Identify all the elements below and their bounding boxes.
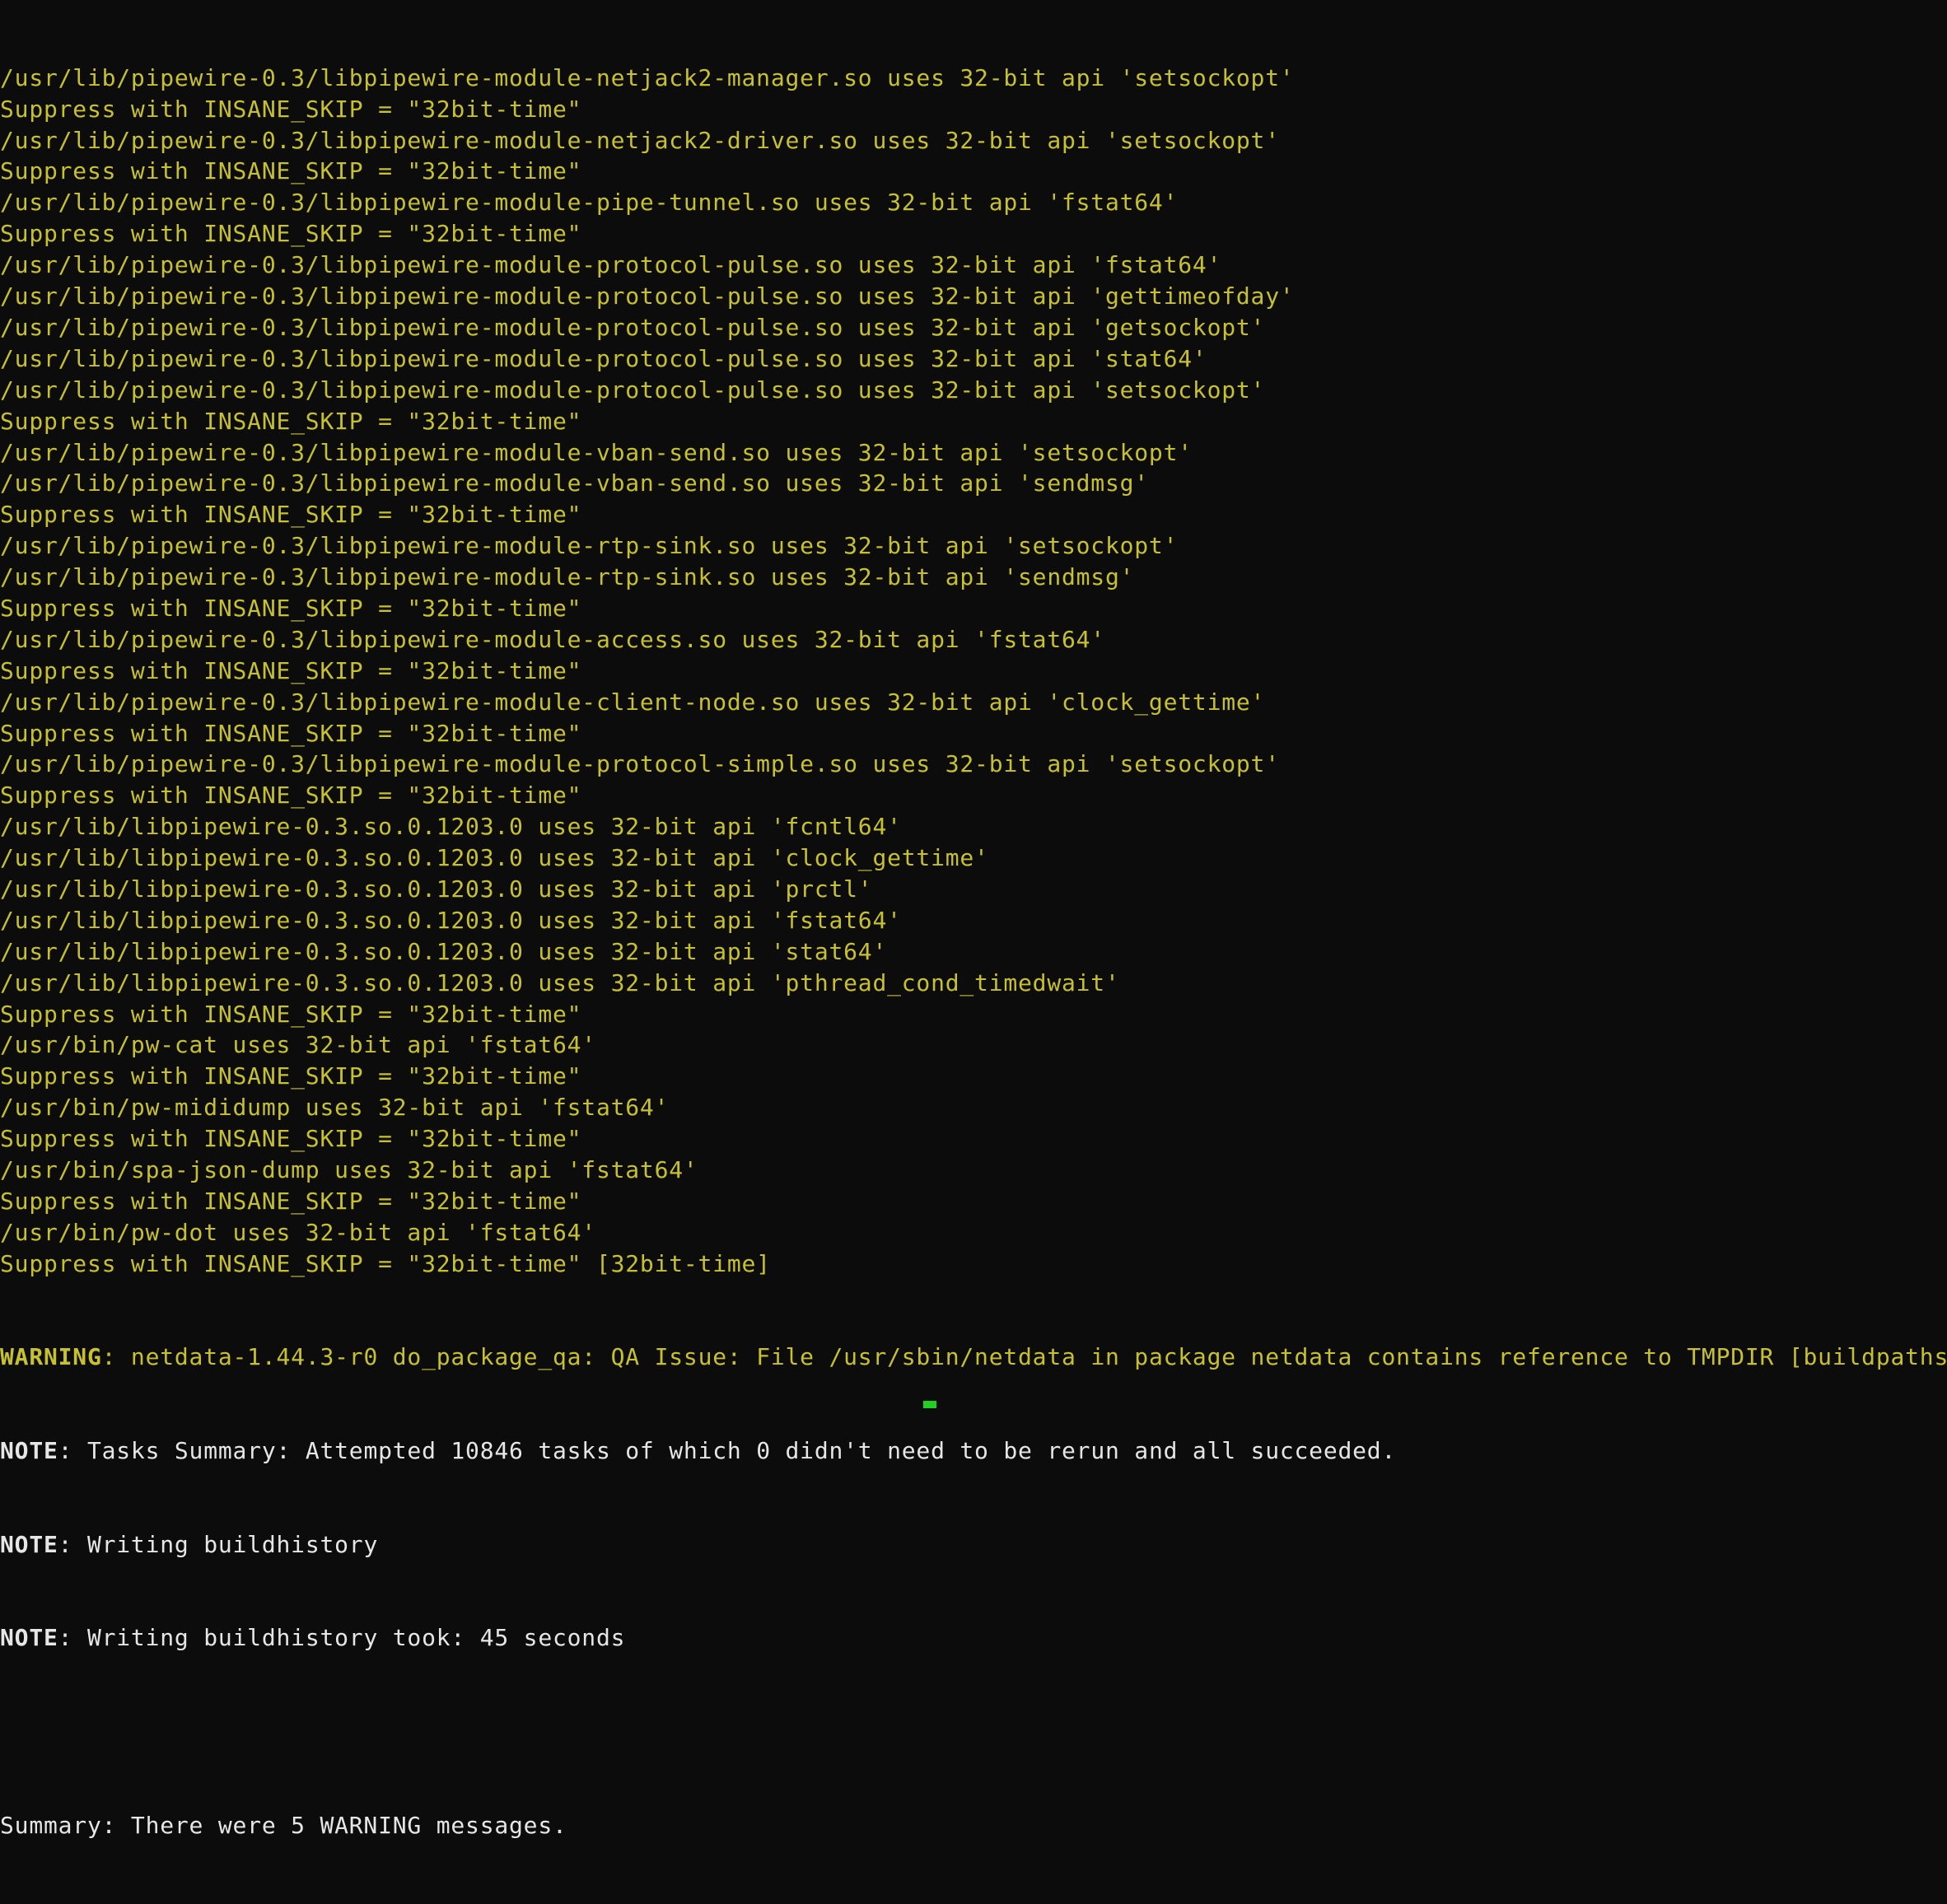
warning-line: WARNING: netdata-1.44.3-r0 do_package_qa… [0, 1342, 1947, 1373]
qa-issue-line: /usr/lib/pipewire-0.3/libpipewire-module… [0, 313, 1266, 341]
qa-issue-line: /usr/lib/pipewire-0.3/libpipewire-module… [0, 532, 1179, 560]
suppress-line: Suppress with INSANE_SKIP = "32bit-time" [0, 594, 582, 622]
note-text: : Writing buildhistory [58, 1530, 379, 1558]
note-prefix: NOTE [0, 1437, 58, 1465]
qa-issue-line: /usr/lib/pipewire-0.3/libpipewire-module… [0, 344, 1207, 372]
terminal-cursor [923, 1401, 936, 1408]
note-line: NOTE: Writing buildhistory [0, 1529, 1947, 1561]
qa-issue-line: /usr/lib/pipewire-0.3/libpipewire-module… [0, 251, 1222, 279]
suppress-line: Suppress with INSANE_SKIP = "32bit-time" [0, 1187, 582, 1215]
qa-issue-line: /usr/lib/libpipewire-0.3.so.0.1203.0 use… [0, 875, 873, 903]
qa-output-block: /usr/lib/pipewire-0.3/libpipewire-module… [0, 63, 1947, 1280]
suppress-line: Suppress with INSANE_SKIP = "32bit-time" [0, 782, 582, 810]
note-prefix: NOTE [0, 1530, 58, 1558]
terminal-window[interactable]: /usr/lib/pipewire-0.3/libpipewire-module… [0, 0, 1947, 1839]
suppress-line: Suppress with INSANE_SKIP = "32bit-time"… [0, 1249, 771, 1277]
qa-issue-line: /usr/lib/pipewire-0.3/libpipewire-module… [0, 469, 1149, 497]
qa-issue-line: /usr/bin/pw-dot uses 32-bit api 'fstat64… [0, 1218, 596, 1246]
qa-issue-line: /usr/lib/libpipewire-0.3.so.0.1203.0 use… [0, 906, 902, 934]
qa-issue-line: /usr/bin/spa-json-dump uses 32-bit api '… [0, 1155, 698, 1183]
suppress-line: Suppress with INSANE_SKIP = "32bit-time" [0, 1062, 582, 1090]
suppress-line: Suppress with INSANE_SKIP = "32bit-time" [0, 719, 582, 747]
summary-line: Summary: There were 5 WARNING messages. [0, 1811, 567, 1839]
note-line: NOTE: Writing buildhistory took: 45 seco… [0, 1622, 1947, 1654]
note-prefix: NOTE [0, 1624, 58, 1652]
qa-issue-line: /usr/lib/libpipewire-0.3.so.0.1203.0 use… [0, 844, 989, 872]
qa-issue-line: /usr/lib/pipewire-0.3/libpipewire-module… [0, 189, 1179, 217]
suppress-line: Suppress with INSANE_SKIP = "32bit-time" [0, 501, 582, 529]
qa-issue-line: /usr/lib/pipewire-0.3/libpipewire-module… [0, 63, 1295, 91]
suppress-line: Suppress with INSANE_SKIP = "32bit-time" [0, 407, 582, 435]
qa-issue-line: /usr/bin/pw-mididump uses 32-bit api 'fs… [0, 1094, 670, 1122]
suppress-line: Suppress with INSANE_SKIP = "32bit-time" [0, 1125, 582, 1153]
qa-issue-line: /usr/lib/pipewire-0.3/libpipewire-module… [0, 376, 1266, 404]
suppress-line: Suppress with INSANE_SKIP = "32bit-time" [0, 656, 582, 684]
note-text: : Tasks Summary: Attempted 10846 tasks o… [58, 1437, 1397, 1465]
note-line: NOTE: Tasks Summary: Attempted 10846 tas… [0, 1435, 1947, 1467]
qa-issue-line: /usr/bin/pw-cat uses 32-bit api 'fstat64… [0, 1031, 596, 1059]
suppress-line: Suppress with INSANE_SKIP = "32bit-time" [0, 157, 582, 185]
qa-issue-line: /usr/lib/pipewire-0.3/libpipewire-module… [0, 563, 1135, 591]
qa-issue-line: /usr/lib/libpipewire-0.3.so.0.1203.0 use… [0, 937, 888, 965]
suppress-line: Suppress with INSANE_SKIP = "32bit-time" [0, 1000, 582, 1028]
warning-prefix: WARNING [0, 1343, 102, 1371]
qa-issue-line: /usr/lib/pipewire-0.3/libpipewire-module… [0, 625, 1105, 653]
qa-issue-line: /usr/lib/libpipewire-0.3.so.0.1203.0 use… [0, 968, 1120, 996]
qa-issue-line: /usr/lib/pipewire-0.3/libpipewire-module… [0, 688, 1266, 716]
qa-issue-line: /usr/lib/pipewire-0.3/libpipewire-module… [0, 750, 1280, 778]
suppress-line: Suppress with INSANE_SKIP = "32bit-time" [0, 95, 582, 123]
qa-issue-line: /usr/lib/libpipewire-0.3.so.0.1203.0 use… [0, 813, 902, 841]
suppress-line: Suppress with INSANE_SKIP = "32bit-time" [0, 220, 582, 248]
qa-issue-line: /usr/lib/pipewire-0.3/libpipewire-module… [0, 126, 1280, 154]
qa-issue-line: /usr/lib/pipewire-0.3/libpipewire-module… [0, 282, 1295, 310]
note-text: : Writing buildhistory took: 45 seconds [58, 1624, 626, 1652]
warning-text: : netdata-1.44.3-r0 do_package_qa: QA Is… [101, 1343, 1947, 1371]
qa-issue-line: /usr/lib/pipewire-0.3/libpipewire-module… [0, 438, 1193, 466]
